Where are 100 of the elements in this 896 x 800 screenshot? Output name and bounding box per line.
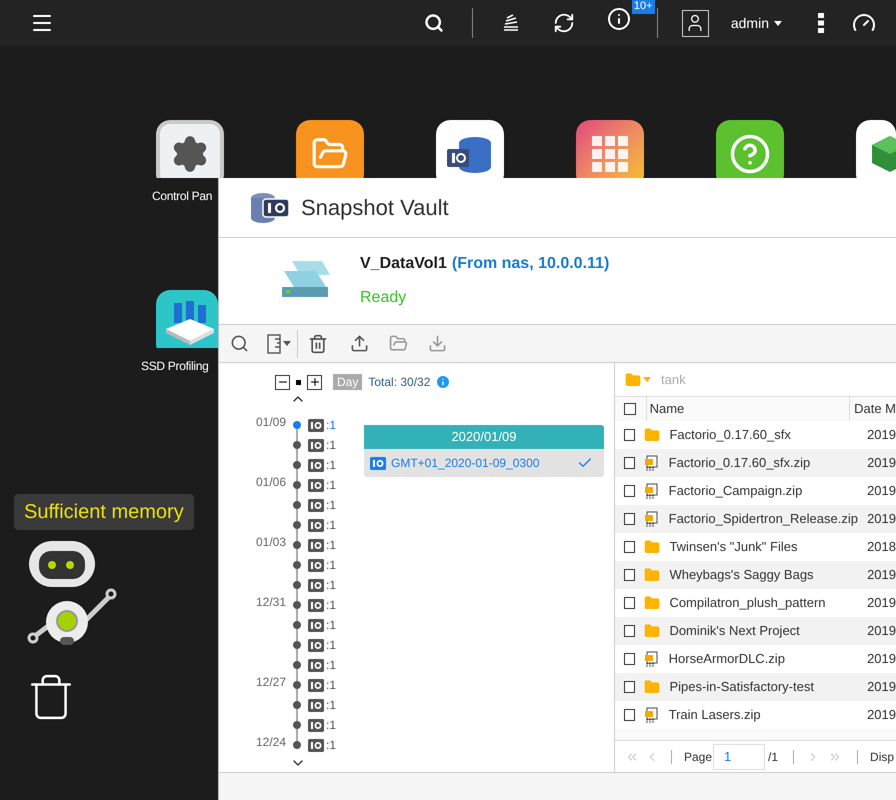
timeline-date: 12/27 [254, 674, 287, 691]
snapshot-count: :1 [326, 537, 336, 554]
snapshot-count: :1 [326, 417, 336, 434]
file-name: Factorio_0.17.60_sfx.zip [668, 454, 812, 472]
timeline-entry[interactable]: :1 [219, 435, 347, 455]
file-row[interactable]: Factorio_0.17.60_sfx.zip 2019 [615, 449, 896, 477]
timeline-date: 01/06 [254, 474, 287, 491]
row-checkbox[interactable] [624, 457, 636, 469]
view-mode-button[interactable] [267, 334, 291, 354]
file-name: Factorio_0.17.60_sfx [669, 426, 792, 444]
folder-icon [644, 679, 660, 695]
page-input[interactable]: 1 [713, 744, 766, 770]
timeline-entry[interactable]: 12/31 :1 [219, 595, 347, 615]
timeline-date: 12/24 [254, 734, 287, 751]
timeline-entry[interactable]: :1 [219, 715, 347, 735]
user-menu-button[interactable]: admin [730, 12, 782, 34]
volume-source: (From nas, 10.0.0.11) [452, 254, 610, 274]
archive-icon [644, 483, 658, 499]
file-row[interactable]: Pipes-in-Satisfactory-test 2019 [615, 673, 896, 701]
timeline-entry[interactable]: :1 [219, 515, 347, 535]
file-row[interactable]: Dominik's Next Project 2019 [615, 617, 896, 645]
timeline-entry[interactable]: :1 [219, 455, 347, 475]
snapshot-icon [308, 658, 324, 672]
timeline-entry[interactable]: :1 [219, 695, 347, 715]
storage-app-icon[interactable] [436, 120, 504, 178]
row-checkbox[interactable] [624, 709, 636, 721]
file-name: Pipes-in-Satisfactory-test [669, 678, 815, 696]
timeline-entry[interactable]: 01/06 :1 [219, 475, 347, 495]
file-row[interactable]: Factorio_0.17.60_sfx 2019 [615, 421, 896, 449]
file-row[interactable]: Train Lasers.zip 2019 [615, 701, 896, 729]
file-row[interactable]: Compilatron_plush_pattern 2019 [615, 589, 896, 617]
snapshot-count: :1 [326, 717, 336, 734]
file-row[interactable]: Factorio_Campaign.zip 2019 [615, 477, 896, 505]
file-row[interactable]: Factorio_Spidertron_Release.zip 2019 [615, 505, 896, 533]
gear-app-icon[interactable] [156, 120, 224, 178]
row-checkbox[interactable] [624, 597, 636, 609]
snapshot-icon [308, 718, 324, 732]
info-icon [435, 374, 452, 390]
file-row[interactable]: Twinsen's "Junk" Files 2018 [615, 533, 896, 561]
caret-icon [774, 20, 782, 26]
timeline-entry[interactable]: 12/27 :1 [219, 675, 347, 695]
file-row[interactable]: HorseArmorDLC.zip 2019 [615, 645, 896, 673]
zoom-out-button[interactable] [275, 374, 290, 390]
notifications-button[interactable] [606, 7, 631, 31]
folder-app-icon[interactable] [296, 120, 364, 178]
row-checkbox[interactable] [624, 513, 636, 525]
timeline-entry[interactable]: :1 [219, 635, 347, 655]
snapshot-count: :1 [326, 437, 336, 454]
share-button[interactable] [350, 334, 369, 353]
timeline-entry[interactable]: 12/24 :1 [219, 735, 347, 755]
path-text: tank [661, 370, 686, 389]
row-checkbox[interactable] [624, 681, 636, 693]
caret-icon [643, 377, 651, 382]
snapshot-icon [308, 638, 324, 652]
zoom-in-button[interactable] [307, 374, 322, 390]
file-date: 2019 [867, 566, 896, 584]
row-checkbox[interactable] [624, 541, 636, 553]
snapshot-icon [308, 738, 324, 752]
folder-icon [644, 539, 660, 555]
row-checkbox[interactable] [624, 569, 636, 581]
timeline-entry[interactable]: :1 [219, 575, 347, 595]
row-checkbox[interactable] [624, 625, 636, 637]
help-app-icon[interactable] [716, 120, 784, 178]
row-checkbox[interactable] [624, 653, 636, 665]
archive-icon [644, 651, 658, 667]
row-checkbox[interactable] [624, 485, 636, 497]
timeline-entry[interactable]: :1 [219, 495, 347, 515]
snapshot-icon [308, 558, 324, 572]
open-folder-button[interactable] [389, 334, 408, 353]
user-avatar-icon[interactable] [682, 10, 709, 36]
snapshot-icon [308, 698, 324, 712]
snapshot-icon [308, 458, 324, 472]
timeline-entry[interactable]: :1 [219, 615, 347, 635]
row-checkbox[interactable] [624, 429, 636, 441]
ssd-app-icon[interactable] [156, 290, 218, 348]
total-count: Total: 30/32 [368, 374, 430, 391]
file-row[interactable]: Wheybags's Saggy Bags 2019 [615, 561, 896, 589]
download-button[interactable] [428, 334, 447, 353]
grid-app-icon[interactable] [576, 120, 644, 178]
more-icon [818, 13, 824, 33]
file-date: 2018 [867, 538, 896, 556]
delete-button[interactable] [308, 334, 328, 354]
sync-button[interactable] [552, 12, 575, 34]
snapshot-icon [308, 598, 324, 612]
timeline-entry[interactable]: 01/03 :1 [219, 535, 347, 555]
select-all-checkbox[interactable] [624, 403, 636, 415]
app-logo-icon [250, 190, 290, 224]
memory-tooltip: Sufficient memory [14, 494, 194, 530]
timeline-entry[interactable]: 01/09 :1 [219, 415, 347, 435]
notification-badge: 10+ [632, 0, 655, 14]
search-button[interactable] [424, 13, 444, 33]
snapshot-icon [308, 438, 324, 452]
file-name: Factorio_Spidertron_Release.zip [668, 510, 858, 528]
folder-icon [644, 427, 660, 443]
snapshot-count: :1 [326, 737, 336, 754]
search-button[interactable] [230, 334, 249, 353]
snapshot-count: :1 [326, 637, 336, 654]
timeline-entry[interactable]: :1 [219, 555, 347, 575]
timeline-entry[interactable]: :1 [219, 655, 347, 675]
more-button[interactable] [818, 13, 824, 33]
